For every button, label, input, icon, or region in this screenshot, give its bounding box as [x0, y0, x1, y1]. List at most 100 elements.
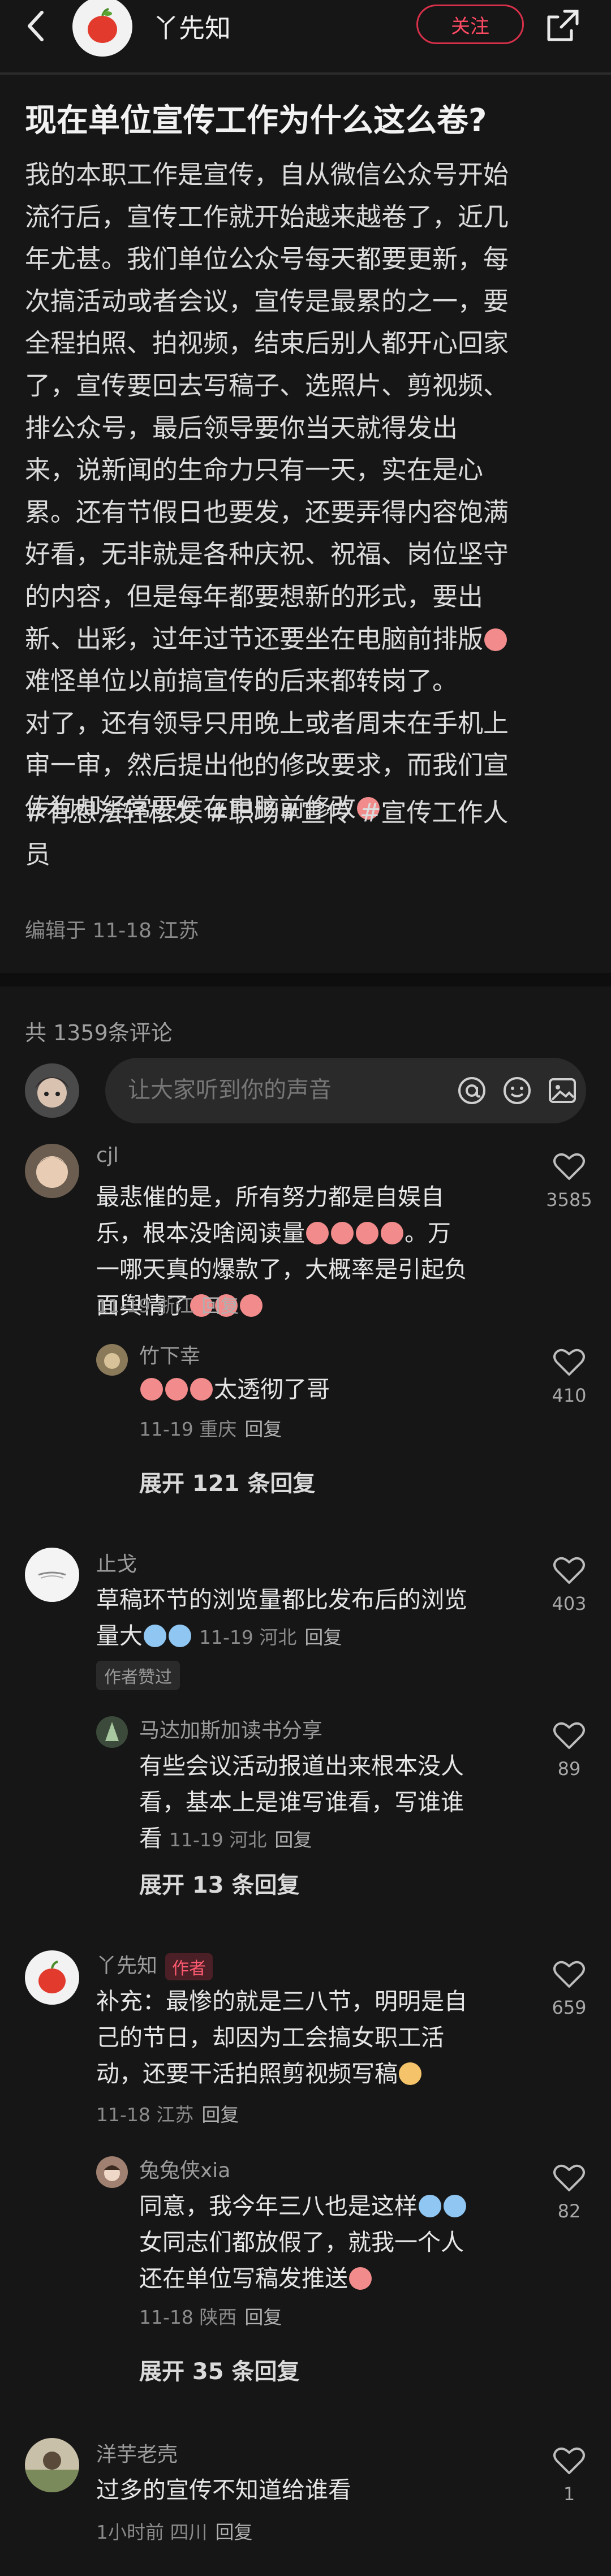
- commenter-avatar[interactable]: [25, 1548, 79, 1602]
- comment-date: 11-18 江苏: [96, 2104, 194, 2126]
- comment-meta: 11-19 浙江 回复: [96, 1291, 239, 1318]
- reply-button[interactable]: 回复: [244, 2306, 282, 2328]
- post-line: 累。还有节假日也要发，还要弄得内容饱满: [25, 497, 509, 527]
- commenter-name[interactable]: 丫先知: [96, 1954, 157, 1978]
- reply-name[interactable]: 兔兔侠xia: [139, 2154, 230, 2183]
- comment-line: 量大 11-19 河北 回复: [96, 1618, 526, 1656]
- like-icon[interactable]: [552, 1720, 586, 1751]
- comment-input[interactable]: [128, 1071, 394, 1109]
- post-line: 流行后，宣传工作就开始越来越卷了，近几: [25, 201, 509, 232]
- post-title: 现在单位宣传工作为什么这么卷?: [25, 102, 487, 139]
- crying-emoji-icon: [140, 1378, 163, 1401]
- expand-replies-button[interactable]: 展开 35 条回复: [139, 2353, 300, 2386]
- post-line: 审一审，然后提出他的修改要求，而我们宣: [25, 750, 509, 781]
- apple-icon: [88, 8, 117, 43]
- comment-line: 最悲催的是，所有努力都是自娱自: [96, 1183, 444, 1211]
- comment-line: 草稿环节的浏览量都比发布后的浏览: [96, 1586, 467, 1613]
- like-icon[interactable]: [552, 1554, 586, 1586]
- smirk-emoji-icon: [399, 2062, 421, 2085]
- section-separator: [0, 973, 611, 987]
- pig-emoji-icon: [356, 1222, 378, 1244]
- laugh-cry-emoji-icon: [144, 1625, 166, 1647]
- comment-text: 草稿环节的浏览量都比发布后的浏览 量大 11-19 河北 回复: [96, 1582, 526, 1656]
- expand-replies-button[interactable]: 展开 121 条回复: [139, 1465, 315, 1498]
- comment-line-text: 。万: [405, 1220, 451, 1247]
- reply-date: 11-18 陕西: [139, 2306, 237, 2328]
- post-line: 我的本职工作是宣传，自从微信公众号开始: [25, 160, 509, 189]
- like-icon[interactable]: [552, 2445, 586, 2476]
- laugh-cry-emoji-icon: [419, 2195, 441, 2217]
- comment-date: 11-19 浙江: [96, 1295, 194, 1317]
- comment-line: 动，还要干活拍照剪视频写稿: [96, 2056, 526, 2092]
- comment-text: 补充：最惨的就是三八节，明明是自 己的节日，却因为工会搞女职工活 动，还要干活拍…: [96, 1983, 526, 2092]
- post-line: 的内容，但是每年都要想新的形式，要出: [25, 581, 484, 611]
- reply-avatar[interactable]: [96, 2156, 128, 2188]
- comment-line: 乐，根本没啥阅读量 。万: [96, 1215, 526, 1251]
- pig-emoji-icon: [331, 1222, 354, 1244]
- commenter-avatar[interactable]: [25, 1950, 79, 2005]
- reply-line: 女同志们都放假了，就我一个人: [139, 2229, 464, 2256]
- post-line: 对了，还有领导只用晚上或者周末在手机上: [25, 708, 509, 738]
- commenter-name[interactable]: cjl: [96, 1144, 119, 1167]
- crying-emoji-icon: [190, 1378, 213, 1401]
- reply-name[interactable]: 竹下幸: [139, 1339, 200, 1369]
- share-icon[interactable]: [542, 6, 583, 46]
- reply-meta: 11-18 陕西 回复: [139, 2302, 282, 2329]
- like-count: 659: [552, 1997, 587, 2018]
- author-avatar[interactable]: [72, 0, 132, 57]
- reply-avatar[interactable]: [96, 1344, 128, 1376]
- comment-meta: 1小时前 四川 回复: [96, 2517, 253, 2544]
- reply-button[interactable]: 回复: [274, 1829, 312, 1851]
- image-icon[interactable]: [547, 1075, 578, 1106]
- reply-avatar[interactable]: [96, 1716, 128, 1748]
- my-avatar: [25, 1063, 79, 1118]
- author-name[interactable]: 丫先知: [153, 8, 231, 45]
- laugh-cry-emoji-icon: [169, 1625, 191, 1647]
- post-line: 难怪单位以前搞宣传的后来都转岗了。: [25, 666, 458, 696]
- comment-line-text: 动，还要干活拍照剪视频写稿: [96, 2060, 398, 2087]
- reply-button[interactable]: 回复: [244, 1418, 282, 1440]
- crying-emoji-icon: [165, 1378, 188, 1401]
- commenter-avatar[interactable]: [25, 1144, 79, 1198]
- reply-line-text: 同意，我今年三八也是这样: [139, 2192, 418, 2220]
- crying-emoji-icon: [240, 1294, 263, 1317]
- back-icon[interactable]: [19, 6, 53, 46]
- comment-line: 己的节日，却因为工会搞女职工活: [96, 2024, 444, 2051]
- post-tags: #有想法轻松发 #职场#宣传 #宣传工作人 员: [25, 792, 591, 876]
- comment-date: 1小时前 四川: [96, 2521, 208, 2543]
- crying-emoji-icon: [484, 628, 507, 651]
- emoji-icon[interactable]: [501, 1075, 533, 1106]
- comment-input-box[interactable]: [105, 1058, 586, 1123]
- like-icon[interactable]: [552, 2162, 586, 2194]
- like-count: 89: [557, 1758, 581, 1780]
- reply-button[interactable]: 回复: [201, 1295, 239, 1317]
- commenter-name[interactable]: 止戈: [96, 1548, 137, 1577]
- like-icon[interactable]: [552, 1151, 586, 1182]
- follow-button[interactable]: 关注: [416, 5, 524, 44]
- reply-meta: 11-19 重庆 回复: [139, 1414, 282, 1441]
- hashtag-line[interactable]: #有想法轻松发 #职场#宣传 #宣传工作人: [25, 792, 591, 834]
- post-line-text: 新、出彩，过年过节还要坐在电脑前排版: [25, 623, 484, 654]
- comment-line-text: 乐，根本没啥阅读量: [96, 1220, 305, 1247]
- reply-meta: 11-19 河北 回复: [169, 1829, 312, 1851]
- like-icon[interactable]: [552, 1958, 586, 1990]
- hashtag-line[interactable]: 员: [25, 834, 591, 876]
- commenter-name[interactable]: 洋芋老壳: [96, 2438, 178, 2467]
- expand-replies-button[interactable]: 展开 13 条回复: [139, 1867, 300, 1899]
- commenter-avatar[interactable]: [25, 2438, 79, 2492]
- reply-date: 11-19 河北: [169, 1829, 267, 1851]
- mention-icon[interactable]: [456, 1075, 488, 1106]
- reply-button[interactable]: 回复: [304, 1626, 342, 1648]
- post-line: 了，宣传要回去写稿子、选照片、剪视频、: [25, 370, 509, 400]
- post-line: 年尤甚。我们单位公众号每天都要更新，每: [25, 244, 509, 274]
- pig-emoji-icon: [381, 1222, 403, 1244]
- comment-text: 过多的宣传不知道给谁看: [96, 2472, 526, 2508]
- reply-button[interactable]: 回复: [201, 2104, 239, 2126]
- reply-button[interactable]: 回复: [216, 2521, 253, 2543]
- edited-info: 编辑于 11-18 江苏: [25, 919, 199, 942]
- post-line: 全程拍照、拍视频，结束后别人都开心回家: [25, 328, 509, 359]
- top-divider: [0, 72, 611, 75]
- comment-count: 共 1359条评论: [25, 1020, 173, 1045]
- reply-name[interactable]: 马达加斯加读书分享: [139, 1714, 322, 1743]
- like-icon[interactable]: [552, 1346, 586, 1378]
